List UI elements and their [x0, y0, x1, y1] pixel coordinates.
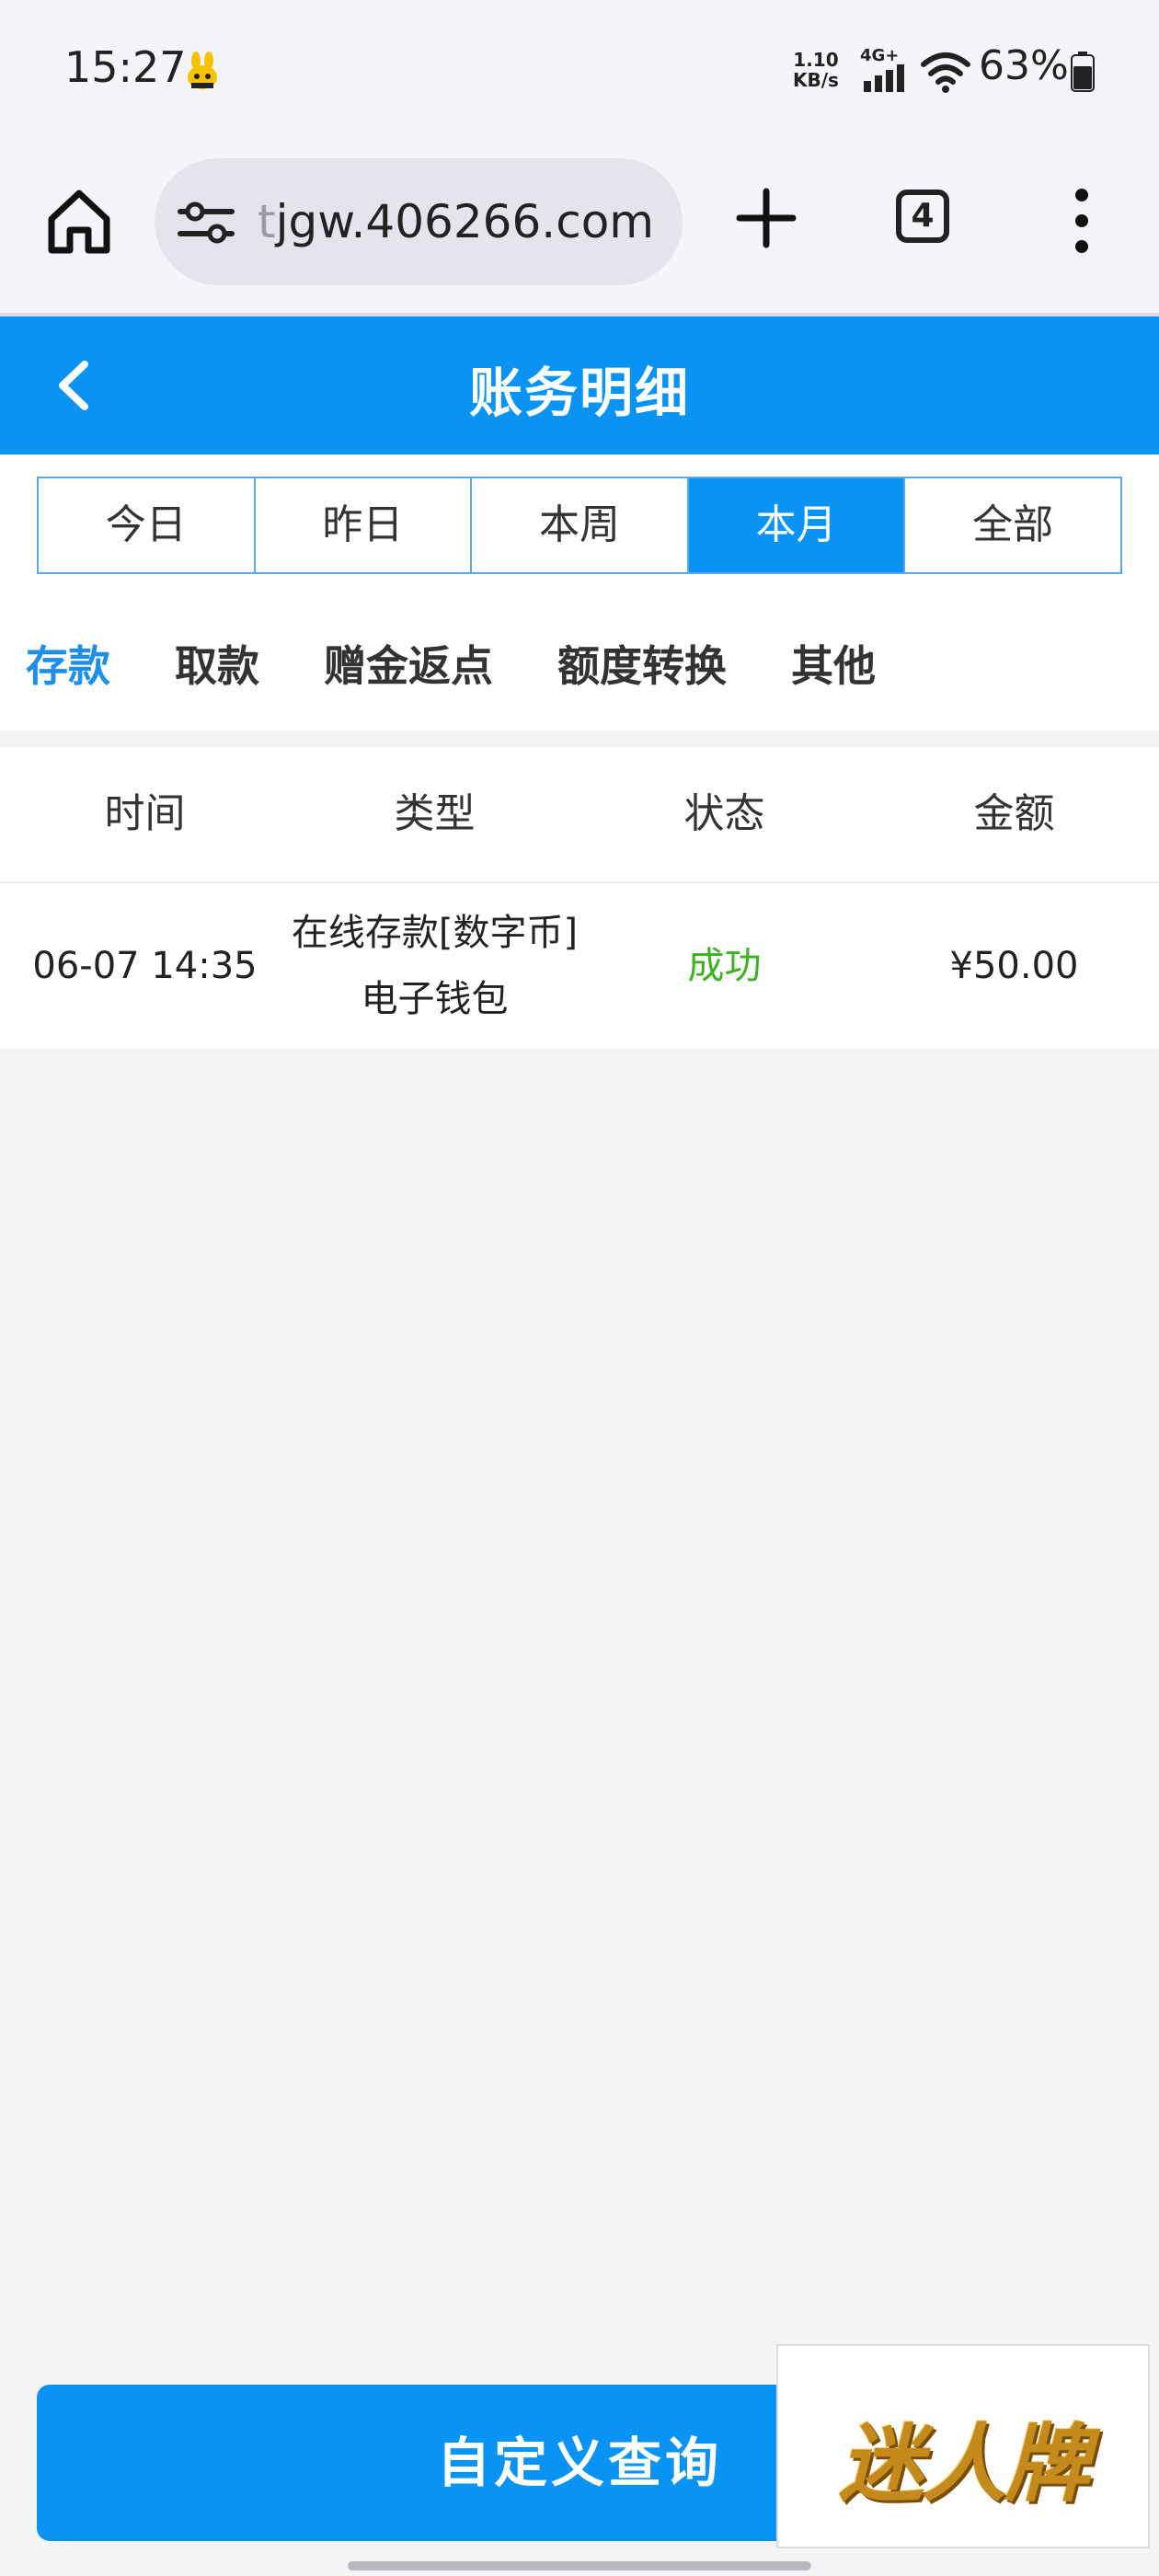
period-tab-yesterday[interactable]: 昨日 — [255, 478, 473, 572]
period-tab-all[interactable]: 全部 — [905, 478, 1120, 572]
table-row[interactable]: 06-07 14:35 在线存款[数字币] 电子钱包 成功 ¥50.00 — [0, 883, 1159, 1049]
category-tabs: 存款 取款 赠金返点 额度转换 其他 — [0, 629, 914, 703]
battery-percent: 63% — [979, 42, 1069, 89]
bunny-notification-icon — [188, 52, 217, 89]
column-header-status: 状态 — [683, 790, 765, 837]
period-tab-today[interactable]: 今日 — [39, 478, 256, 572]
wifi-icon — [921, 52, 970, 93]
cell-type-line2: 电子钱包 — [361, 978, 509, 1020]
period-tabs: 今日 昨日 本周 本月 全部 — [37, 477, 1122, 574]
url-text[interactable]: tjgw.406266.com — [258, 195, 654, 248]
status-bar: 15:27 1.10 KB/s 4G+ 63% — [0, 0, 1159, 147]
category-tab-other[interactable]: 其他 — [791, 629, 876, 703]
url-prefix: t — [258, 195, 276, 248]
app-header: 账务明细 — [0, 316, 1159, 454]
period-tab-this-week[interactable]: 本周 — [472, 478, 689, 572]
site-settings-icon[interactable] — [177, 199, 235, 247]
category-tab-withdraw[interactable]: 取款 — [175, 629, 259, 703]
net-speed-unit: KB/s — [793, 69, 839, 91]
filter-panel: 今日 昨日 本周 本月 全部 存款 取款 赠金返点 额度转换 其他 — [0, 454, 1159, 730]
category-tab-bonus-rebate[interactable]: 赠金返点 — [324, 629, 493, 703]
category-tab-transfer[interactable]: 额度转换 — [557, 629, 727, 703]
net-speed-value: 1.10 — [793, 49, 839, 71]
cell-type: 在线存款[数字币] 电子钱包 — [290, 900, 580, 1032]
cell-amount: ¥50.00 — [949, 945, 1079, 987]
gesture-bar[interactable] — [348, 2561, 811, 2570]
column-header-type: 类型 — [394, 790, 476, 837]
brand-logo: 迷人牌 — [838, 2415, 1089, 2513]
column-header-time: 时间 — [104, 790, 186, 837]
brand-overlay[interactable]: 迷人牌 — [776, 2344, 1150, 2548]
records-table: 时间 类型 状态 金额 06-07 14:35 在线存款[数字币] 电子钱包 成… — [0, 747, 1159, 1049]
browser-toolbar: tjgw.406266.com 4 — [0, 147, 1159, 316]
column-header-amount: 金额 — [973, 790, 1055, 837]
tab-switcher-button[interactable]: 4 — [896, 190, 949, 243]
period-tab-this-month[interactable]: 本月 — [688, 478, 906, 572]
cellular-signal-icon: 4G+ — [860, 46, 904, 92]
battery-icon — [1071, 52, 1095, 92]
url-host: jgw.406266.com — [275, 195, 654, 248]
cell-type-line1: 在线存款[数字币] — [291, 912, 579, 954]
cell-time: 06-07 14:35 — [32, 945, 258, 987]
status-time: 15:27 — [64, 42, 187, 92]
address-bar[interactable]: tjgw.406266.com — [155, 158, 683, 285]
net-speed: 1.10 KB/s — [793, 50, 839, 90]
network-type: 4G+ — [860, 46, 899, 65]
cell-status: 成功 — [687, 945, 762, 987]
page-title: 账务明细 — [468, 362, 690, 424]
table-header: 时间 类型 状态 金额 — [0, 747, 1159, 883]
new-tab-icon[interactable] — [732, 184, 800, 252]
home-icon[interactable] — [42, 184, 116, 258]
category-tab-deposit[interactable]: 存款 — [26, 629, 110, 703]
more-menu-icon[interactable] — [1063, 184, 1100, 258]
